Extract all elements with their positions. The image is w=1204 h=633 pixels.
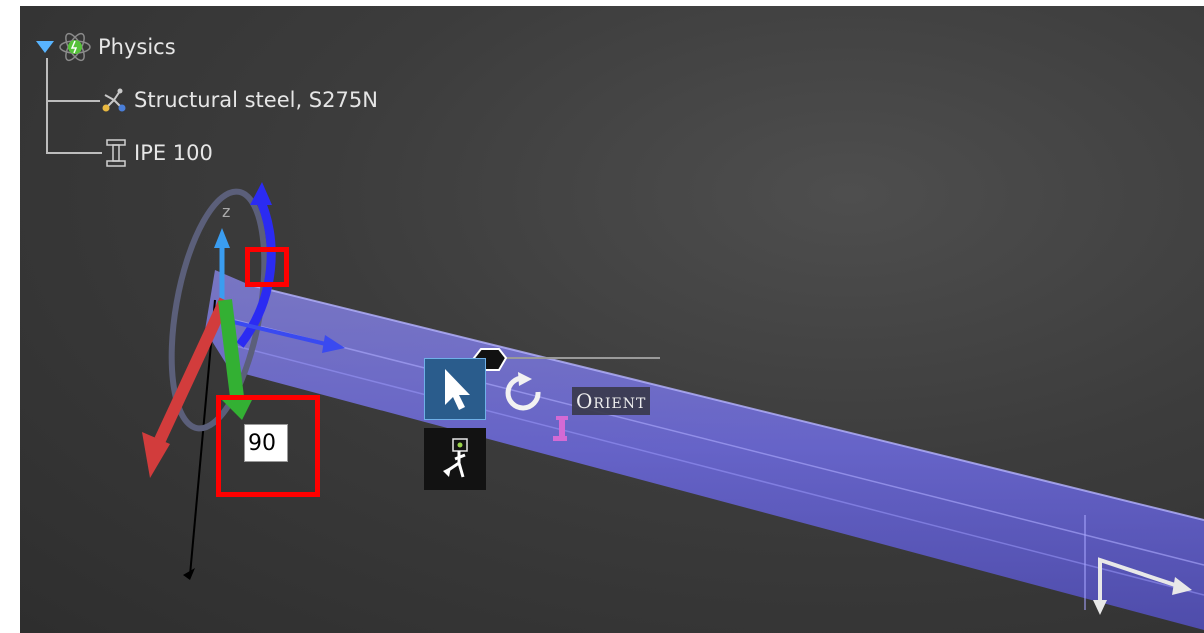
tree-item-section[interactable]: IPE 100 [104,138,213,168]
move-tool-button[interactable] [424,428,486,490]
i-beam-icon [106,139,126,167]
tree-item-material[interactable]: Structural steel, S275N [100,86,378,114]
cursor-arrow-icon [445,369,470,410]
orient-tool-label[interactable]: Orient [572,387,651,415]
tree-item-label: Structural steel, S275N [134,88,378,112]
rotation-angle-input[interactable] [244,424,288,462]
tree-item-physics[interactable]: Physics [36,32,176,62]
rotate-icon[interactable] [500,370,548,418]
material-molecule-icon [102,88,126,112]
tree-item-label: Physics [98,35,176,59]
select-tool-button[interactable] [424,358,486,420]
beam-geometry[interactable] [205,270,1204,630]
physics-atom-icon [59,32,91,62]
3d-viewport[interactable]: z Physics Structural steel, S275N IPE 10… [20,6,1204,633]
axis-z-label: z [222,202,230,221]
expand-triangle-icon[interactable] [36,41,54,53]
tree-item-label: IPE 100 [134,141,213,165]
move-icon [443,438,468,478]
